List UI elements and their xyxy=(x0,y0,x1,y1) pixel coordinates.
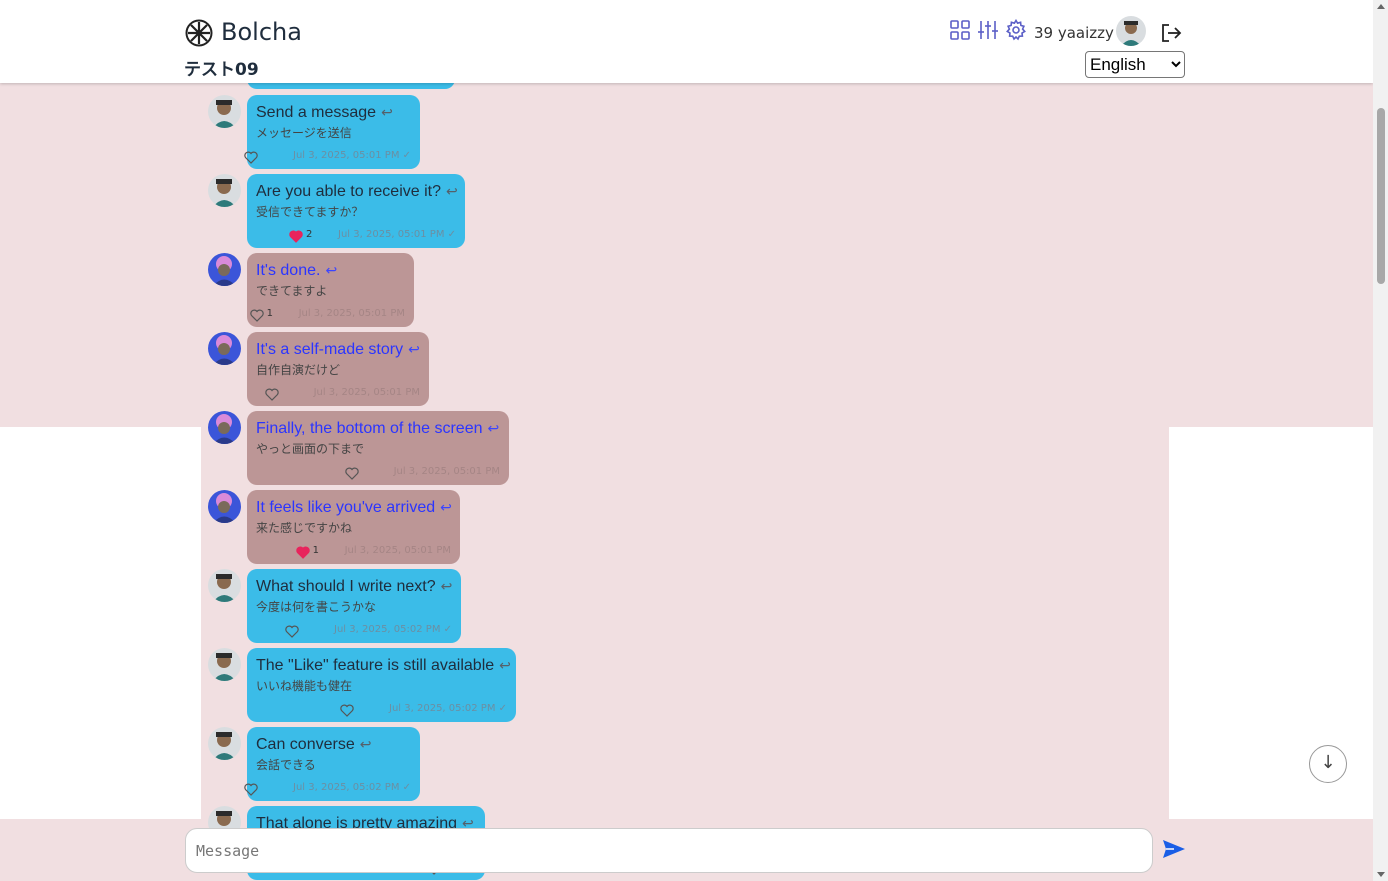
send-icon[interactable] xyxy=(1162,838,1186,860)
message-translation: メッセージを送信 xyxy=(256,126,352,140)
gear-icon[interactable] xyxy=(1005,18,1027,41)
message-translation: 来た感じですかね xyxy=(256,521,353,535)
user-count-label: 39 yaaizzy xyxy=(1034,24,1114,42)
message-bubble: Finally, the bottom of the screen ↩ やっと画面の… xyxy=(247,411,509,485)
message-text: Can converse xyxy=(256,736,355,753)
like-heart-icon[interactable] xyxy=(285,623,299,638)
like-heart-icon[interactable] xyxy=(289,228,303,243)
message-bubble: Can converse ↩ 会話できる Jul 3, 2025, 05:02 PM … xyxy=(244,727,420,801)
message-bubble: The "Like" feature is still available ↩ いい… xyxy=(247,648,516,722)
message-text: It's a self-made story xyxy=(256,341,404,358)
message-timestamp: Jul 3, 2025, 05:02 PM ✓ xyxy=(389,702,507,714)
message-translation: 自作自演だけど xyxy=(256,363,341,377)
message-timestamp: Jul 3, 2025, 05:02 PM ✓ xyxy=(293,781,411,793)
message-timestamp: Jul 3, 2025, 05:02 PM ✓ xyxy=(334,623,452,635)
reply-icon[interactable]: ↩ xyxy=(360,734,372,754)
sender-avatar[interactable] xyxy=(208,727,241,760)
message-input[interactable] xyxy=(185,828,1153,873)
message-timestamp: Jul 3, 2025, 05:01 PM xyxy=(344,544,451,556)
message-text: Are you able to receive it? xyxy=(256,183,441,200)
sender-avatar[interactable] xyxy=(208,490,241,523)
sender-avatar[interactable] xyxy=(208,648,241,681)
like-count: 1 xyxy=(312,544,319,556)
scroll-thumb[interactable] xyxy=(1377,108,1385,284)
like-heart-icon[interactable] xyxy=(295,544,310,559)
sender-avatar[interactable] xyxy=(208,95,241,128)
sender-avatar[interactable] xyxy=(208,411,241,444)
like-heart-icon[interactable] xyxy=(264,386,279,401)
like-heart-icon[interactable] xyxy=(344,465,359,480)
chat-background-top xyxy=(0,83,1373,427)
grid-icon[interactable] xyxy=(949,19,971,41)
sender-avatar[interactable] xyxy=(208,332,241,365)
reply-icon[interactable]: ↩ xyxy=(325,260,337,280)
like-heart-icon[interactable] xyxy=(244,781,258,796)
message-bubble: It's a self-made story ↩ 自作自演だけど Jul 3, 202… xyxy=(247,332,429,406)
like-heart-icon[interactable] xyxy=(244,149,258,164)
message-timestamp: Jul 3, 2025, 05:01 PM ✓ xyxy=(338,228,456,240)
message-text: Finally, the bottom of the screen xyxy=(256,420,483,437)
message-text: The "Like" feature is still available xyxy=(256,657,495,674)
logout-icon[interactable] xyxy=(1160,22,1182,44)
language-select[interactable]: English xyxy=(1085,51,1185,78)
message-translation: 受信できてますか？ xyxy=(256,205,364,219)
scroll-up-arrow-icon[interactable] xyxy=(1377,4,1385,9)
page-scrollbar[interactable] xyxy=(1373,0,1388,881)
like-count: 2 xyxy=(306,228,313,240)
message-translation: 今度は何を書こうかな xyxy=(256,600,377,614)
message-translation: いいね機能も健在 xyxy=(256,679,353,693)
message-text: It's done. xyxy=(256,262,321,279)
message-text: It feels like you've arrived xyxy=(256,499,436,516)
scroll-down-arrow-icon[interactable] xyxy=(1377,872,1385,877)
reply-icon[interactable]: ↩ xyxy=(408,339,420,359)
sliders-icon[interactable] xyxy=(977,19,999,41)
message-bubble: It feels like you've arrived ↩ 来た感じですかね 1 Ju… xyxy=(247,490,460,564)
reply-icon[interactable]: ↩ xyxy=(487,418,499,438)
user-avatar[interactable] xyxy=(1116,16,1146,46)
reply-icon[interactable]: ↩ xyxy=(499,655,511,675)
message-timestamp: Jul 3, 2025, 05:01 PM xyxy=(313,386,420,398)
scroll-to-bottom-button[interactable]: ↓ xyxy=(1309,745,1347,783)
like-heart-icon[interactable] xyxy=(249,307,264,322)
message-translation: やっと画面の下まで xyxy=(256,442,365,456)
reply-icon[interactable]: ↩ xyxy=(440,497,452,517)
sender-avatar[interactable] xyxy=(208,174,241,207)
sender-avatar[interactable] xyxy=(208,569,241,602)
message-timestamp: Jul 3, 2025, 05:01 PM xyxy=(298,307,405,319)
like-count: 1 xyxy=(266,307,273,319)
message-translation: できてますよ xyxy=(256,284,328,298)
message-timestamp: Jul 3, 2025, 05:01 PM ✓ xyxy=(293,149,411,161)
message-translation: 会話できる xyxy=(256,758,316,772)
room-title: テスト09 xyxy=(184,60,259,80)
message-timestamp: Jul 3, 2025, 05:01 PM xyxy=(393,465,500,477)
reply-icon[interactable]: ↩ xyxy=(446,181,458,201)
reply-icon[interactable]: ↩ xyxy=(381,102,393,122)
app-header: Bolcha テスト09 39 yaaizzy English xyxy=(0,0,1373,83)
message-bubble: Send a message ↩ メッセージを送信 Jul 3, 2025, 05:0… xyxy=(244,95,420,169)
app-title: Bolcha xyxy=(221,18,302,46)
sender-avatar[interactable] xyxy=(208,253,241,286)
message-bubble: It's done. ↩ できてますよ 1 Jul 3, 2025, 05:01 PM xyxy=(247,253,414,327)
message-text: Send a message xyxy=(256,104,377,121)
reply-icon[interactable]: ↩ xyxy=(441,576,453,596)
logo-icon xyxy=(185,19,213,47)
message-bubble: Are you able to receive it? ↩ 受信できてますか？ 2 Ju… xyxy=(247,174,465,248)
message-bubble: What should I write next? ↩ 今度は何を書こうかな Jul … xyxy=(247,569,461,643)
like-heart-icon[interactable] xyxy=(340,702,354,717)
message-text: What should I write next? xyxy=(256,578,436,595)
